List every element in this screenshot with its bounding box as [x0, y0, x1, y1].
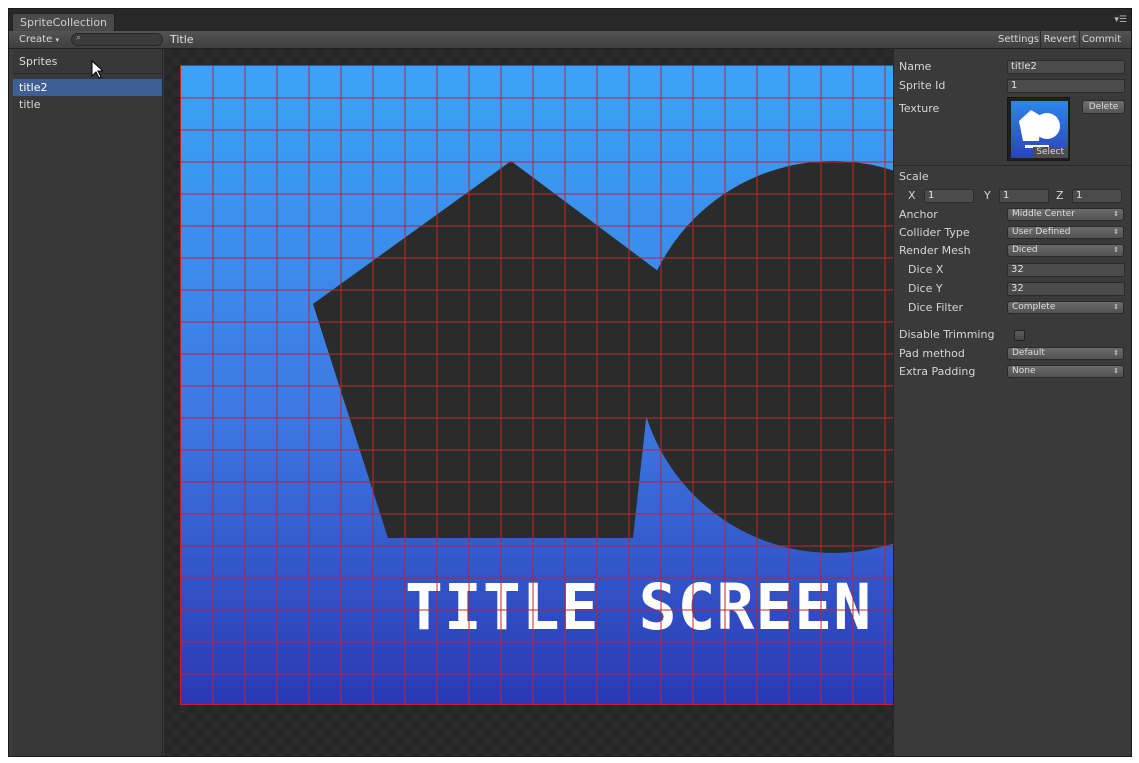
sprite-collection-window: SpriteCollection ▾☰ Create ▾ ⌕ Title Set… — [8, 8, 1132, 757]
dropdown-arrow-icon: ⇕ — [1113, 228, 1119, 236]
sprites-sidebar: Sprites title2 title — [13, 49, 163, 756]
disable-trimming-label: Disable Trimming — [899, 328, 995, 341]
texture-delete-button[interactable]: Delete — [1082, 100, 1125, 114]
dice-x-label: Dice X — [908, 263, 944, 276]
name-label: Name — [899, 60, 932, 73]
extra-padding-value: None — [1012, 366, 1036, 376]
name-row: Name title2 — [899, 59, 1125, 75]
dice-filter-value: Complete — [1012, 302, 1056, 312]
extra-padding-label: Extra Padding — [899, 365, 976, 378]
sprite-list: title2 title — [13, 79, 162, 113]
commit-button[interactable]: Commit — [1079, 31, 1123, 48]
scale-x-label: X — [908, 189, 916, 202]
render-mesh-dropdown[interactable]: Diced ⇕ — [1007, 244, 1124, 257]
anchor-value: Middle Center — [1012, 209, 1075, 219]
render-mesh-row: Render Mesh Diced ⇕ — [899, 243, 1125, 259]
pad-method-value: Default — [1012, 348, 1045, 358]
scale-label: Scale — [899, 170, 929, 183]
divider — [894, 165, 1131, 166]
pentagon-shape — [313, 161, 662, 538]
sprite-preview: TITLE SCREEN — [180, 65, 893, 705]
dropdown-arrow-icon: ⇕ — [1113, 246, 1119, 254]
extra-padding-dropdown[interactable]: None ⇕ — [1007, 365, 1124, 378]
dropdown-arrow-icon: ⇕ — [1113, 349, 1119, 357]
sprite-title: Title — [170, 33, 194, 46]
search-input[interactable]: ⌕ — [71, 33, 163, 46]
render-mesh-label: Render Mesh — [899, 244, 971, 257]
mouse-cursor-icon — [91, 60, 103, 79]
dice-y-field[interactable]: 32 — [1007, 282, 1125, 296]
scale-y-label: Y — [984, 189, 991, 202]
chevron-down-icon: ▾ — [55, 36, 59, 44]
render-mesh-value: Diced — [1012, 245, 1038, 255]
window-menu-icon[interactable]: ▾☰ — [1114, 16, 1127, 25]
extra-padding-row: Extra Padding None ⇕ — [899, 364, 1125, 380]
texture-label: Texture — [899, 102, 940, 115]
dice-y-row: Dice Y 32 — [899, 281, 1125, 297]
settings-button[interactable]: Settings — [997, 31, 1040, 48]
sprite-canvas[interactable]: TITLE SCREEN — [164, 49, 893, 756]
pad-method-dropdown[interactable]: Default ⇕ — [1007, 347, 1124, 360]
create-button-label: Create — [19, 34, 53, 45]
dropdown-arrow-icon: ⇕ — [1113, 303, 1119, 311]
anchor-row: Anchor Middle Center ⇕ — [899, 207, 1125, 223]
anchor-dropdown[interactable]: Middle Center ⇕ — [1007, 208, 1124, 221]
search-icon: ⌕ — [76, 33, 82, 43]
dice-y-label: Dice Y — [908, 282, 943, 295]
name-field[interactable]: title2 — [1007, 60, 1125, 74]
toolbar: Create ▾ ⌕ Title Settings Revert Commit — [9, 31, 1131, 49]
inspector-panel: Name title2 Sprite Id 1 Texture Select D… — [893, 49, 1131, 756]
collider-type-label: Collider Type — [899, 226, 970, 239]
dice-x-field[interactable]: 32 — [1007, 263, 1125, 277]
title-screen-text: TITLE SCREEN — [405, 571, 873, 644]
collider-type-dropdown[interactable]: User Defined ⇕ — [1007, 226, 1124, 239]
dropdown-arrow-icon: ⇕ — [1113, 210, 1119, 218]
create-button[interactable]: Create ▾ — [13, 31, 65, 48]
sprite-list-item[interactable]: title2 — [13, 79, 162, 96]
anchor-label: Anchor — [899, 208, 938, 221]
disable-trimming-checkbox[interactable] — [1014, 330, 1025, 341]
circle-shape — [637, 161, 893, 553]
collider-type-row: Collider Type User Defined ⇕ — [899, 225, 1125, 241]
dropdown-arrow-icon: ⇕ — [1113, 367, 1119, 375]
sprite-id-field[interactable]: 1 — [1007, 79, 1125, 93]
scale-z-field[interactable]: 1 — [1072, 189, 1122, 203]
collider-type-value: User Defined — [1012, 227, 1071, 237]
dice-filter-row: Dice Filter Complete ⇕ — [899, 300, 1125, 316]
scale-x-field[interactable]: 1 — [924, 189, 974, 203]
scale-z-label: Z — [1056, 189, 1064, 202]
dice-x-row: Dice X 32 — [899, 262, 1125, 278]
sprite-list-item[interactable]: title — [13, 96, 162, 113]
tab-sprite-collection[interactable]: SpriteCollection — [12, 13, 116, 31]
pad-method-row: Pad method Default ⇕ — [899, 346, 1125, 362]
scale-y-field[interactable]: 1 — [999, 189, 1049, 203]
scale-row: Scale — [899, 169, 1125, 185]
disable-trimming-row: Disable Trimming — [899, 327, 1125, 343]
pad-method-label: Pad method — [899, 347, 965, 360]
texture-picker[interactable]: Select — [1007, 97, 1070, 161]
sprite-id-row: Sprite Id 1 — [899, 78, 1125, 94]
tab-strip: SpriteCollection ▾☰ — [9, 9, 1131, 31]
dice-filter-label: Dice Filter — [908, 301, 964, 314]
revert-button[interactable]: Revert — [1040, 31, 1079, 48]
sprites-heading: Sprites — [13, 49, 162, 74]
texture-select-button[interactable]: Select — [1033, 147, 1067, 158]
sprite-id-label: Sprite Id — [899, 79, 946, 92]
dice-filter-dropdown[interactable]: Complete ⇕ — [1007, 301, 1124, 314]
